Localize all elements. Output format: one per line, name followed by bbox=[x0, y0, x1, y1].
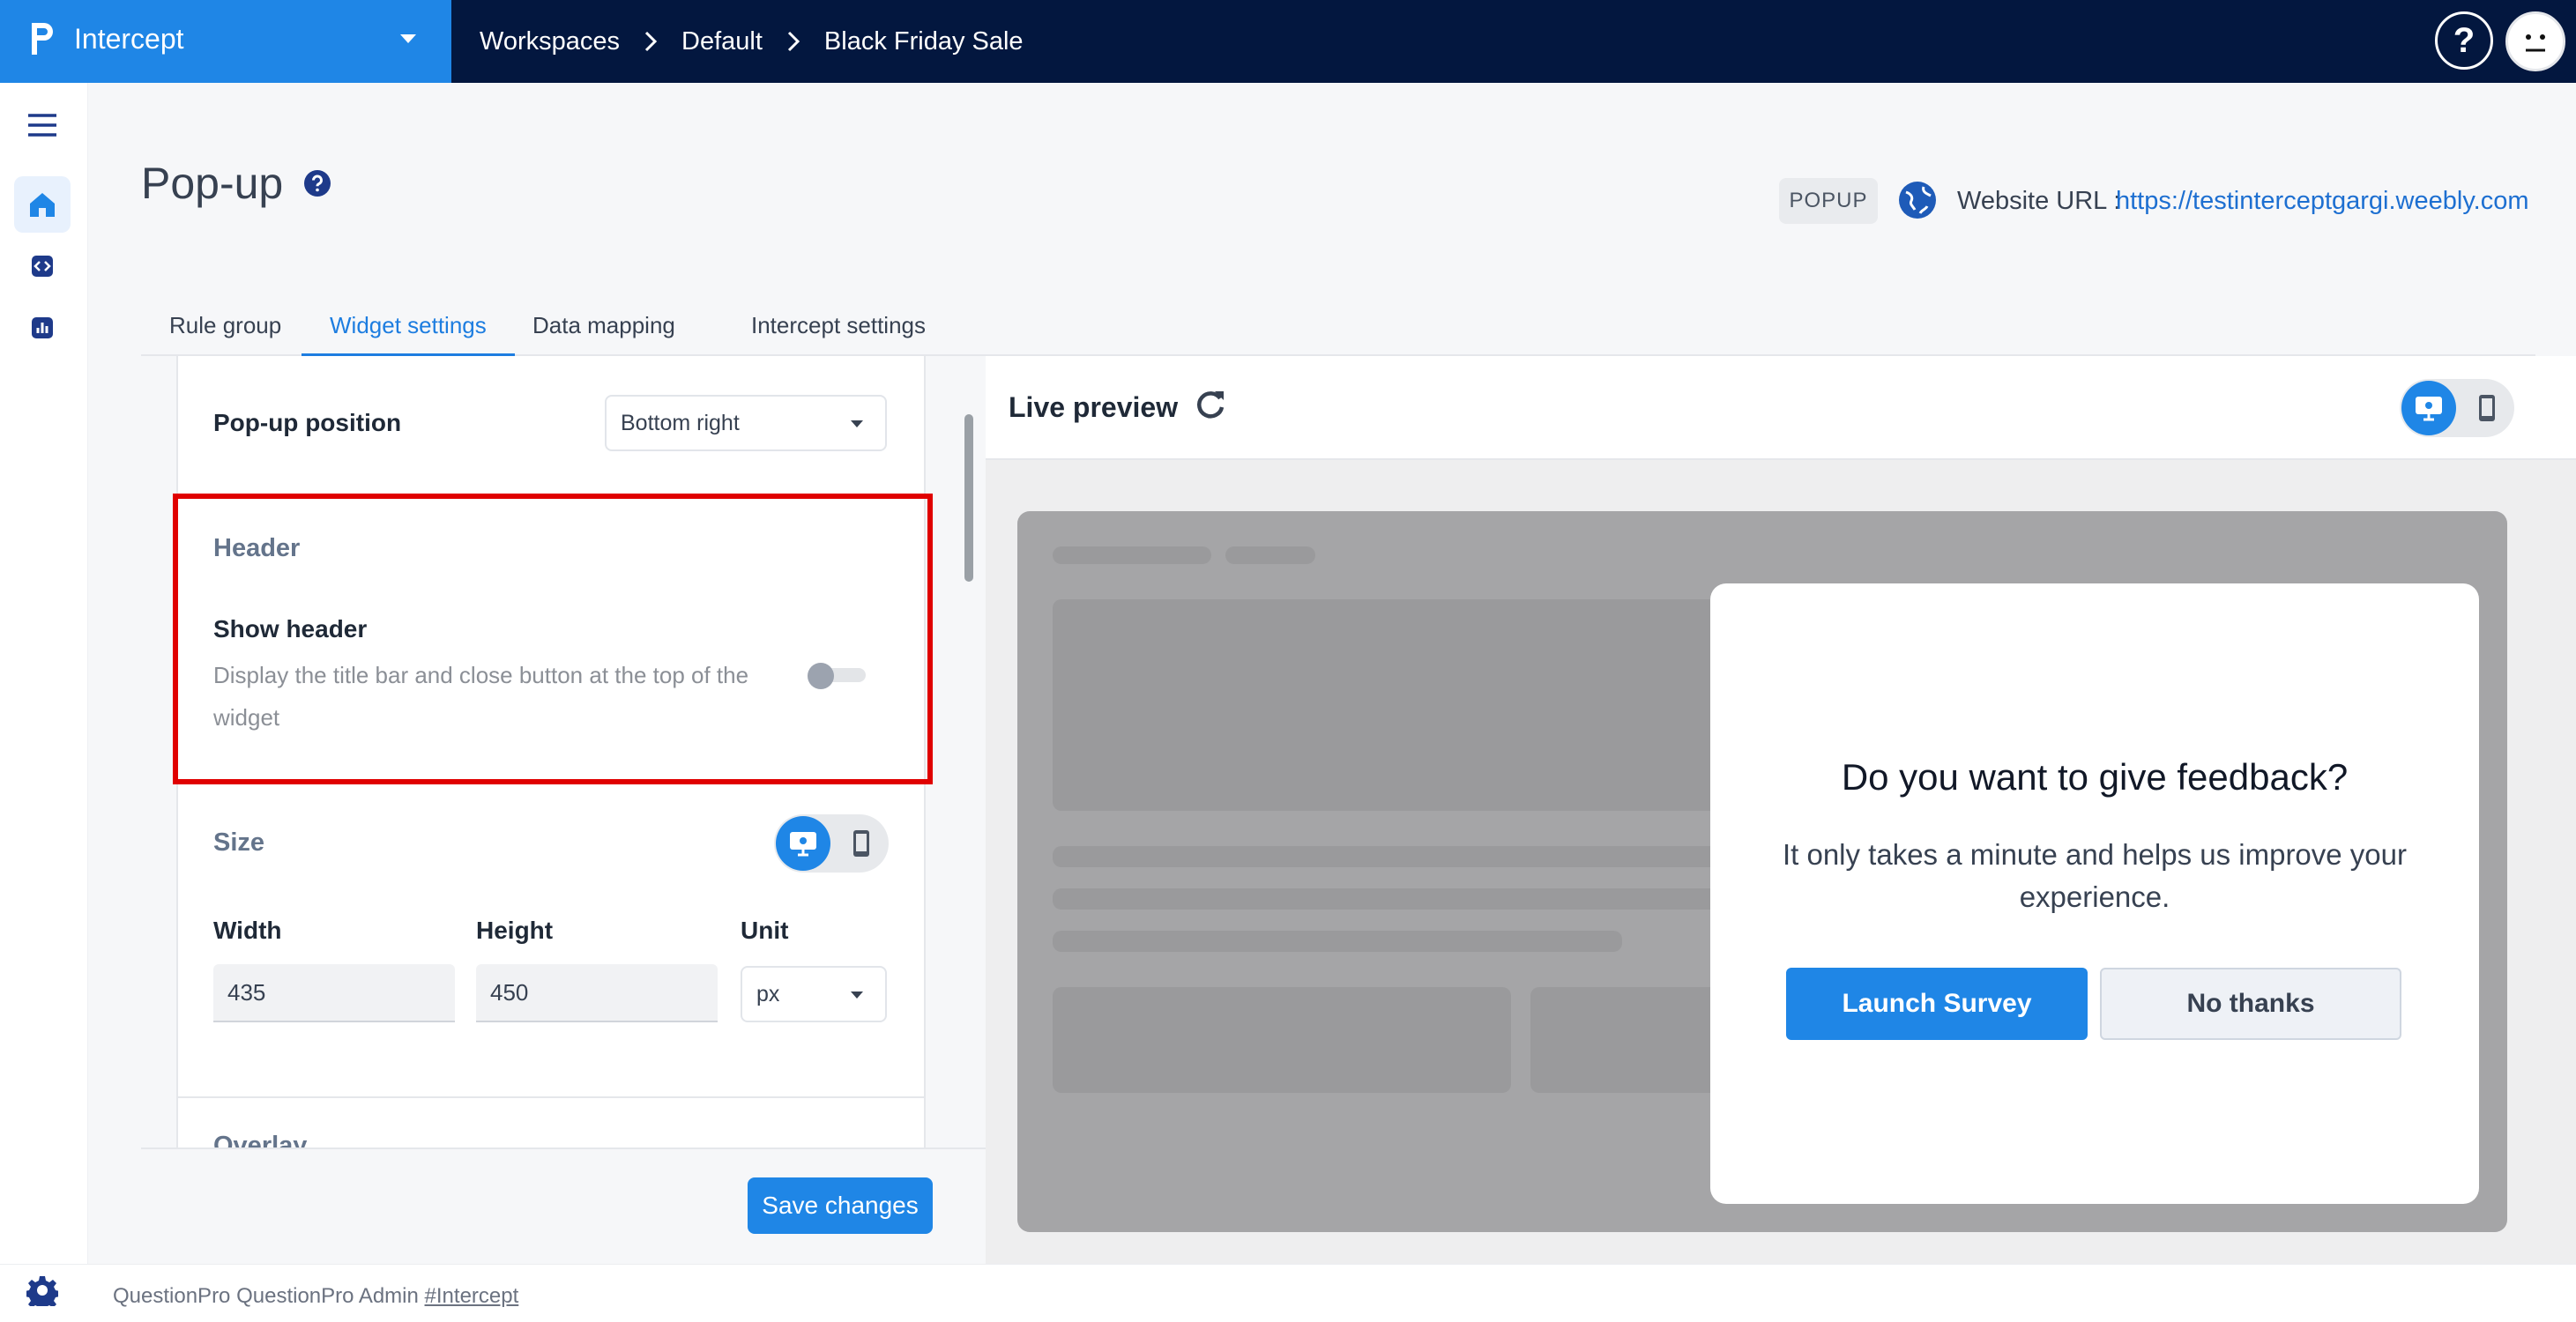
unit-value: px bbox=[756, 982, 780, 1006]
brand-logo-icon bbox=[32, 23, 53, 55]
code-icon[interactable] bbox=[14, 238, 71, 294]
desktop-icon[interactable] bbox=[776, 816, 830, 871]
skeleton-line bbox=[1053, 546, 1211, 564]
breadcrumb-default[interactable]: Default bbox=[681, 19, 763, 63]
tab-widget-settings[interactable]: Widget settings bbox=[302, 300, 515, 356]
popup-position-select[interactable]: Bottom right bbox=[605, 395, 887, 451]
tab-data-mapping[interactable]: Data mapping bbox=[504, 300, 704, 356]
unit-label: Unit bbox=[741, 917, 789, 944]
skeleton-line bbox=[1225, 546, 1315, 564]
width-label: Width bbox=[213, 917, 282, 944]
height-input[interactable]: 450 bbox=[476, 964, 718, 1022]
size-section-title: Size bbox=[213, 828, 265, 857]
width-input[interactable]: 435 bbox=[213, 964, 455, 1022]
popup-position-value: Bottom right bbox=[621, 411, 740, 435]
home-icon[interactable] bbox=[14, 176, 71, 233]
page-title: Pop-up bbox=[141, 159, 284, 208]
preview-device-toggle[interactable] bbox=[2400, 379, 2514, 437]
gear-icon[interactable] bbox=[26, 1274, 58, 1306]
type-badge: POPUP bbox=[1779, 178, 1878, 224]
footer-org: QuestionPro QuestionPro Admin bbox=[113, 1284, 419, 1308]
chart-icon[interactable] bbox=[14, 300, 71, 356]
save-changes-button[interactable]: Save changes bbox=[748, 1177, 933, 1234]
website-url-link[interactable]: https://testinterceptgargi.weebly.com bbox=[2116, 185, 2529, 217]
help-icon[interactable] bbox=[303, 169, 331, 197]
refresh-icon[interactable] bbox=[1192, 386, 1229, 423]
mobile-icon[interactable] bbox=[836, 816, 887, 871]
show-header-toggle[interactable] bbox=[808, 661, 867, 689]
footer-intercept-link[interactable]: #Intercept bbox=[425, 1284, 519, 1308]
desktop-icon[interactable] bbox=[2401, 381, 2456, 435]
tab-rule-group[interactable]: Rule group bbox=[141, 300, 309, 356]
chevron-down-icon bbox=[851, 420, 863, 427]
avatar[interactable] bbox=[2505, 11, 2565, 71]
chevron-down-icon[interactable] bbox=[398, 32, 418, 46]
skeleton-card bbox=[1053, 987, 1511, 1093]
breadcrumb-current: Black Friday Sale bbox=[823, 27, 1024, 56]
avatar-icon bbox=[2526, 34, 2545, 52]
chevron-right-icon bbox=[644, 31, 658, 52]
size-device-toggle[interactable] bbox=[774, 814, 889, 873]
brand-switcher[interactable]: Intercept bbox=[0, 0, 451, 83]
popup-title: Do you want to give feedback? bbox=[1841, 756, 2349, 798]
show-header-description: Display the title bar and close button a… bbox=[213, 662, 749, 731]
unit-select[interactable]: px bbox=[741, 966, 887, 1022]
show-header-label: Show header bbox=[213, 615, 368, 642]
toggle-knob bbox=[808, 663, 834, 689]
popup-position-label: Pop-up position bbox=[213, 409, 402, 436]
breadcrumb-workspaces[interactable]: Workspaces bbox=[480, 19, 620, 63]
height-label: Height bbox=[476, 917, 554, 944]
chevron-right-icon bbox=[787, 31, 800, 52]
header-section-title: Header bbox=[213, 534, 301, 562]
settings-scrollbar[interactable] bbox=[964, 414, 973, 582]
menu-icon[interactable] bbox=[14, 97, 71, 153]
globe-icon bbox=[1899, 182, 1936, 219]
chevron-down-icon bbox=[851, 992, 863, 999]
tab-intercept-settings[interactable]: Intercept settings bbox=[723, 300, 954, 356]
tab-bar: Rule group Widget settings Data mapping … bbox=[141, 300, 2535, 356]
mobile-icon[interactable] bbox=[2461, 381, 2513, 435]
live-preview-title: Live preview bbox=[1009, 391, 1179, 423]
brand-name: Intercept bbox=[74, 23, 184, 55]
launch-survey-button[interactable]: Launch Survey bbox=[1786, 968, 2088, 1040]
website-url-label: Website URL : bbox=[1957, 187, 2121, 215]
footer-text: QuestionPro QuestionPro Admin #Intercept bbox=[113, 1283, 518, 1310]
popup-body: It only takes a minute and helps us impr… bbox=[1782, 838, 2408, 913]
no-thanks-button[interactable]: No thanks bbox=[2100, 968, 2401, 1040]
skeleton-line bbox=[1053, 931, 1622, 952]
help-icon[interactable]: ? bbox=[2435, 11, 2493, 70]
breadcrumb: Workspaces Default Black Friday Sale bbox=[480, 19, 1024, 63]
section-divider bbox=[176, 1096, 926, 1098]
